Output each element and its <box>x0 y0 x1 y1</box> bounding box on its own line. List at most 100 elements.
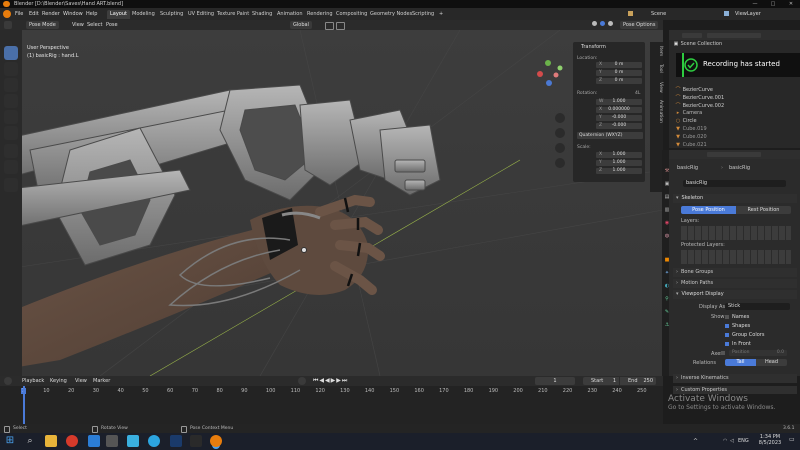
language-indicator[interactable]: ENG <box>738 438 749 444</box>
timeline-editor-icon[interactable] <box>4 377 12 385</box>
annotate-tool-icon[interactable] <box>4 144 18 158</box>
scene-selector[interactable]: Scene <box>651 11 666 17</box>
shading-material-icon[interactable] <box>608 21 613 26</box>
clock[interactable]: 1:34 PM 8/5/2023 <box>756 434 784 446</box>
rotation-w-field[interactable]: W 1.000 <box>596 99 642 105</box>
editor-type-icon[interactable] <box>4 21 12 29</box>
menu-window[interactable]: Window <box>63 11 83 17</box>
rotation-y-field[interactable]: Y -0.000 <box>596 115 642 121</box>
shading-solid-icon[interactable] <box>600 21 605 26</box>
axes-position-field[interactable]: Position 0.0 <box>729 350 787 356</box>
wifi-icon[interactable]: ◠ <box>723 438 727 444</box>
tab-compositing[interactable]: Compositing <box>333 10 370 19</box>
zoom-icon[interactable] <box>556 83 564 91</box>
rotate-tool-icon[interactable] <box>4 94 18 108</box>
menu-marker[interactable]: Marker <box>93 378 110 384</box>
show-group-colors-checkbox[interactable]: Group Colors <box>725 332 764 338</box>
location-y-field[interactable]: Y0 m <box>596 70 642 76</box>
select-tool-icon[interactable] <box>4 46 18 60</box>
outliner-search-input[interactable] <box>707 33 761 38</box>
transform-tool-icon[interactable] <box>4 126 18 140</box>
rest-position-button[interactable]: Rest Position <box>736 206 791 214</box>
tab-uv-editing[interactable]: UV Editing <box>185 10 217 19</box>
menu-view[interactable]: View <box>72 22 84 28</box>
bone-groups-section[interactable]: › Bone Groups <box>673 268 797 277</box>
photoshop-icon[interactable] <box>170 435 182 447</box>
outliner-item[interactable]: ▼ Cube.019 <box>675 126 707 134</box>
outliner-display-mode[interactable] <box>682 33 702 38</box>
outliner-item[interactable]: ⌒ BezierCurve <box>675 86 713 94</box>
location-x-field[interactable]: X0 m <box>596 62 642 68</box>
outliner-item[interactable]: ○ Circle <box>675 118 697 126</box>
menu-help[interactable]: Help <box>86 11 97 17</box>
armature-data-name-field[interactable]: basicRig <box>683 180 786 187</box>
steam-icon[interactable] <box>190 435 202 447</box>
protected-layers-grid[interactable] <box>681 250 791 264</box>
auto-keying-icon[interactable] <box>298 377 306 385</box>
menu-file[interactable]: File <box>15 11 23 17</box>
shading-wireframe-icon[interactable] <box>592 21 597 26</box>
tab-item[interactable]: Item <box>650 46 663 56</box>
location-z-field[interactable]: Z0 m <box>596 78 642 84</box>
scale-tool-icon[interactable] <box>4 110 18 124</box>
outliner-item[interactable]: ▸ Camera <box>675 110 702 118</box>
custom-properties-section[interactable]: › Custom Properties <box>673 386 797 394</box>
playback-controls[interactable]: ⏮◀◀▶▶⏭ <box>313 377 348 385</box>
tab-modeling[interactable]: Modeling <box>129 10 158 19</box>
outliner-item[interactable]: ⌒ BezierCurve.001 <box>675 94 724 102</box>
axes-checkbox[interactable] <box>721 351 725 355</box>
photos-icon[interactable] <box>127 435 139 447</box>
menu-keying[interactable]: Keying <box>50 378 67 384</box>
blender-taskbar-icon[interactable] <box>210 435 222 447</box>
menu-select[interactable]: Select <box>87 22 102 28</box>
tab-tool[interactable]: Tool <box>650 64 663 73</box>
tab-shading[interactable]: Shading <box>249 10 275 19</box>
relations-head-button[interactable]: Head <box>756 359 787 366</box>
telegram-icon[interactable] <box>148 435 160 447</box>
bone-tool-icon[interactable] <box>4 178 18 192</box>
scale-x-field[interactable]: X 1.000 <box>596 152 642 158</box>
notification-icon[interactable]: ▭ <box>789 436 795 443</box>
properties-search-input[interactable] <box>707 152 761 157</box>
tab-animation-sidebar[interactable]: Animation <box>650 100 663 123</box>
menu-render[interactable]: Render <box>42 11 60 17</box>
scene-collection-row[interactable]: ▣ Scene Collection <box>673 41 723 49</box>
motion-paths-section[interactable]: › Motion Paths <box>673 279 797 288</box>
end-frame-field[interactable]: End 250 <box>620 377 656 385</box>
opera-icon[interactable] <box>66 435 78 447</box>
visibility-eye-icon[interactable] <box>782 87 787 142</box>
tab-view[interactable]: View <box>650 82 663 93</box>
tray-chevron-icon[interactable]: ^ <box>693 438 698 445</box>
pan-hand-icon[interactable] <box>556 98 564 106</box>
tab-geometry-nodes[interactable]: Geometry Nodes <box>367 10 415 19</box>
outliner-item[interactable]: ⌒ BezierCurve.002 <box>675 102 724 110</box>
measure-tool-icon[interactable] <box>4 160 18 174</box>
transform-orientation-selector[interactable]: Global <box>290 21 312 29</box>
tab-scripting[interactable]: Scripting <box>409 10 437 19</box>
tab-rendering[interactable]: Rendering <box>304 10 336 19</box>
tab-layout[interactable]: Layout <box>107 10 130 19</box>
pose-position-button[interactable]: Pose Position <box>681 206 736 214</box>
relations-tail-button[interactable]: Tail <box>725 359 756 366</box>
rotation-mode-selector[interactable]: Quaternion (WXYZ) <box>577 132 643 139</box>
timeline-playhead[interactable] <box>23 386 25 426</box>
menu-edit[interactable]: Edit <box>29 11 39 17</box>
add-workspace-button[interactable]: + <box>439 11 443 17</box>
outliner-item[interactable]: ▼ Cube.020 <box>675 134 707 142</box>
show-names-checkbox[interactable]: Names <box>725 314 749 320</box>
volume-icon[interactable]: ◁ <box>730 438 734 444</box>
start-frame-field[interactable]: Start 1 <box>583 377 619 385</box>
mode-selector[interactable]: Pose Mode <box>26 21 59 29</box>
app-icon[interactable] <box>88 435 100 447</box>
current-frame-field[interactable]: 1 <box>535 377 575 385</box>
pivot-point-icon[interactable] <box>325 22 334 30</box>
show-shapes-checkbox[interactable]: Shapes <box>725 323 750 329</box>
windows-start-icon[interactable]: ⊞ <box>4 435 16 447</box>
layers-grid[interactable] <box>681 226 791 240</box>
scale-y-field[interactable]: Y 1.000 <box>596 160 642 166</box>
viewlayer-selector[interactable]: ViewLayer <box>735 11 761 17</box>
inverse-kinematics-section[interactable]: › Inverse Kinematics <box>673 374 797 383</box>
3d-viewport[interactable]: User Perspective (1) basicRig : hand.L <box>0 30 663 376</box>
cursor-tool-icon[interactable] <box>4 62 18 76</box>
rotation-lock-tag[interactable]: 4L <box>635 91 640 96</box>
